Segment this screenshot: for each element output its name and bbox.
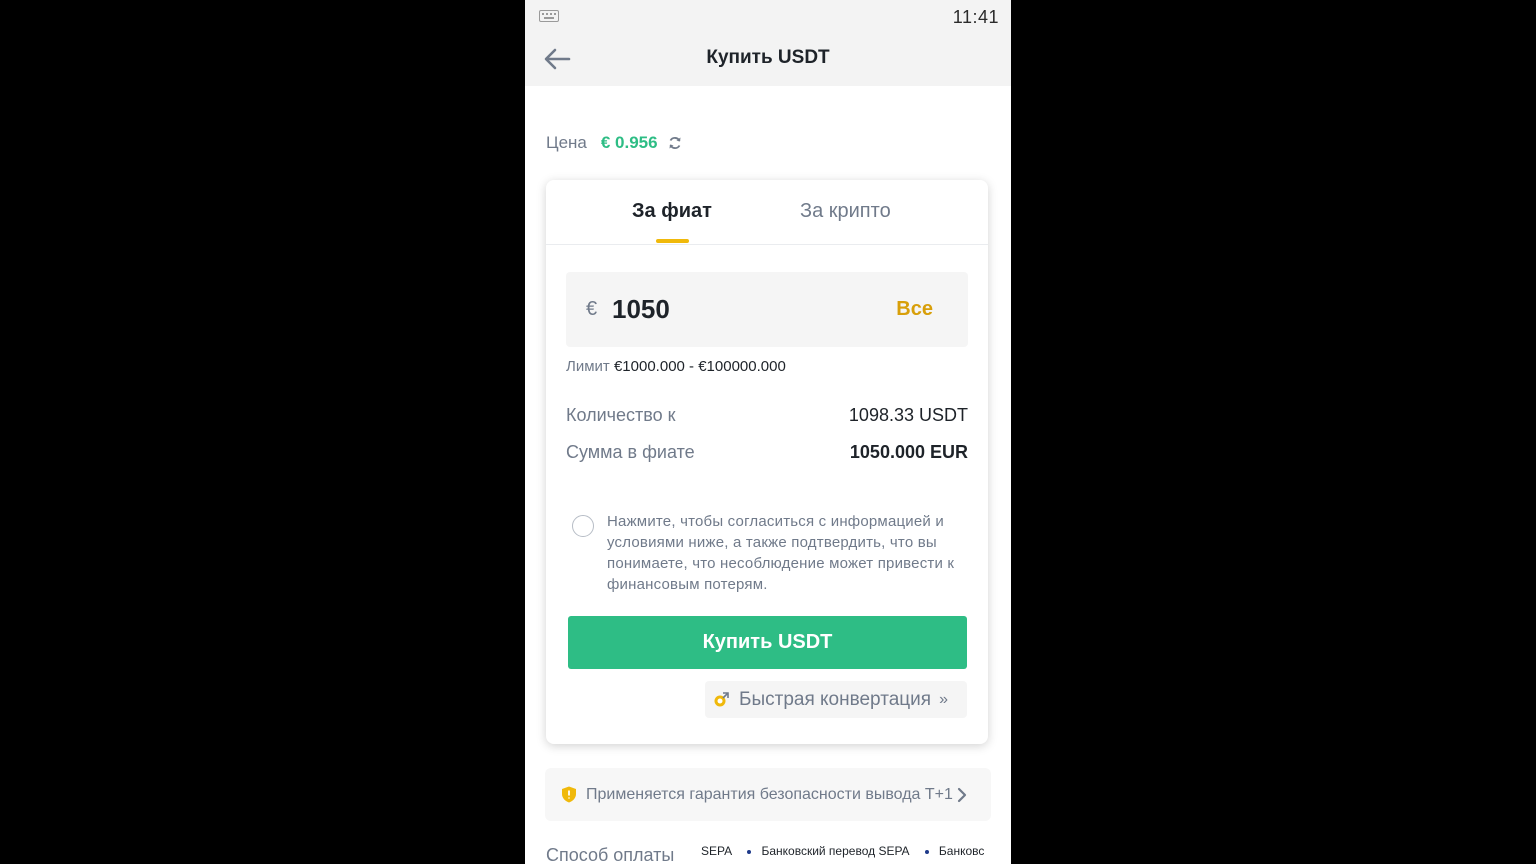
title-bar: Купить USDT: [525, 34, 1011, 86]
limit-value: €1000.000 - €100000.000: [613, 358, 786, 375]
tab-for-fiat[interactable]: За фиат: [632, 200, 712, 223]
payment-methods-list: SEPA Банковский перевод SEPA Банковс: [701, 844, 1011, 864]
limit-text: Лимит €1000.000 - €100000.000: [566, 358, 786, 375]
phone-screen: 11:41 Купить USDT Цена € 0.956 За фиат З…: [525, 0, 1011, 864]
active-tab-indicator: [656, 239, 689, 243]
status-time: 11:41: [952, 7, 999, 27]
payment-method-bank[interactable]: Банковс: [939, 844, 984, 858]
agreement-text[interactable]: Нажмите, чтобы согласиться с информацией…: [607, 511, 977, 595]
price-row: Цена € 0.956: [546, 131, 682, 155]
all-button[interactable]: Все: [896, 298, 933, 321]
buy-card: За фиат За крипто € Все Лимит €1000.000 …: [546, 180, 988, 744]
status-bar: 11:41: [525, 0, 1011, 34]
keyboard-icon: [539, 10, 559, 22]
tab-for-crypto[interactable]: За крипто: [800, 200, 891, 223]
payment-method-sepa-transfer[interactable]: Банковский перевод SEPA: [761, 844, 909, 858]
guarantee-text: Применяется гарантия безопасности вывода…: [586, 785, 953, 803]
amount-input[interactable]: [612, 292, 862, 326]
shield-icon: [562, 786, 576, 803]
bullet: [747, 849, 752, 854]
withdrawal-guarantee-banner[interactable]: Применяется гарантия безопасности вывода…: [545, 768, 991, 821]
agreement-radio[interactable]: [572, 515, 594, 537]
quick-convert-button[interactable]: Быстрая конвертация »: [705, 681, 967, 718]
refresh-icon[interactable]: [668, 136, 682, 150]
price-value: € 0.956: [600, 133, 658, 152]
convert-icon: [714, 691, 729, 706]
quick-convert-label: Быстрая конвертация: [739, 688, 932, 710]
price-label: Цена: [546, 133, 587, 152]
bullet: [924, 849, 929, 854]
tab-bar: За фиат За крипто: [546, 180, 988, 245]
amount-field[interactable]: € Все: [566, 272, 968, 347]
payment-method-sepa[interactable]: SEPA: [701, 844, 732, 858]
page-title: Купить USDT: [706, 47, 830, 68]
double-chevron-right-icon: »: [939, 690, 948, 708]
fiat-sum-value: 1050.000 EUR: [849, 442, 968, 462]
fiat-sum-label: Сумма в фиате: [566, 442, 695, 462]
quantity-label: Количество к: [566, 405, 676, 425]
buy-usdt-button[interactable]: Купить USDT: [568, 616, 967, 669]
quantity-value: 1098.33 USDT: [848, 405, 968, 425]
currency-symbol: €: [586, 298, 598, 320]
payment-method-label: Способ оплаты: [546, 845, 675, 864]
chevron-right-icon: [957, 787, 967, 802]
limit-label: Лимит: [566, 358, 610, 375]
